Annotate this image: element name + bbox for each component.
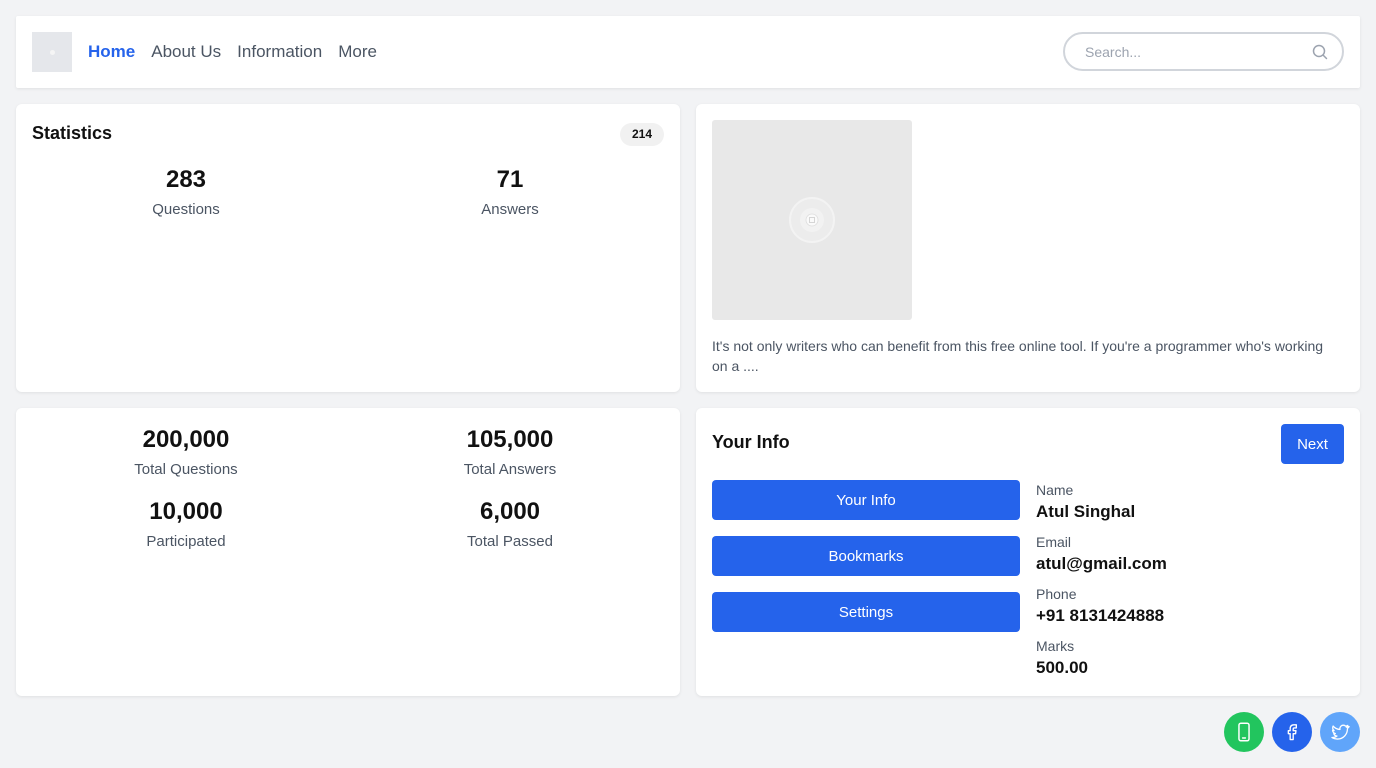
- stat-answers: 71 Answers: [390, 165, 630, 218]
- stat-value: 200,000: [142, 426, 230, 453]
- twitter-button[interactable]: [1320, 712, 1360, 752]
- search-icon[interactable]: [1312, 44, 1328, 60]
- nav-link-home[interactable]: Home: [88, 42, 135, 62]
- next-button[interactable]: Next: [1281, 424, 1344, 464]
- field-label: Marks: [1036, 638, 1075, 654]
- article-card: It's not only writers who can benefit fr…: [696, 104, 1360, 392]
- nav-link-more[interactable]: More: [338, 42, 377, 62]
- field-label: Phone: [1036, 586, 1077, 602]
- statistics-card: Statistics 214 283 Questions 71 Answers: [16, 104, 680, 392]
- article-image: [712, 120, 912, 320]
- twitter-icon: [1331, 724, 1350, 740]
- statistics-badge: 214: [619, 123, 664, 146]
- navbar: Home About Us Information More: [16, 16, 1360, 88]
- stat-label: Answers: [481, 201, 539, 218]
- totals-card: 200,000 Total Questions 105,000 Total An…: [16, 408, 680, 696]
- statistics-title: Statistics: [32, 123, 113, 143]
- stat-total-questions: 200,000 Total Questions: [66, 425, 306, 478]
- logo[interactable]: [32, 32, 72, 72]
- image-placeholder-icon: [789, 197, 835, 243]
- article-text: It's not only writers who can benefit fr…: [712, 338, 1324, 374]
- stat-value: 283: [165, 166, 207, 193]
- bookmarks-button[interactable]: Bookmarks: [712, 536, 1020, 576]
- field-value: 500.00: [1036, 658, 1088, 677]
- your-info-card: Your Info Next Your Info Bookmarks Setti…: [696, 408, 1360, 696]
- stat-participated: 10,000 Participated: [66, 497, 306, 550]
- stat-label: Total Passed: [467, 533, 553, 550]
- facebook-icon: [1287, 724, 1297, 741]
- stat-label: Participated: [146, 533, 226, 550]
- email-field: Email atul@gmail.com: [1036, 533, 1167, 575]
- phone-button[interactable]: [1224, 712, 1264, 752]
- nav-links: Home About Us Information More: [88, 16, 393, 88]
- stat-value: 71: [496, 166, 524, 193]
- field-label: Email: [1036, 534, 1072, 550]
- stat-total-passed: 6,000 Total Passed: [390, 497, 630, 550]
- stat-value: 10,000: [149, 498, 223, 525]
- stat-total-answers: 105,000 Total Answers: [390, 425, 630, 478]
- settings-button[interactable]: Settings: [712, 592, 1020, 632]
- stat-label: Questions: [152, 201, 220, 218]
- name-field: Name Atul Singhal: [1036, 481, 1135, 523]
- stat-label: Total Questions: [134, 461, 238, 478]
- stat-label: Total Answers: [463, 461, 557, 478]
- phone-field: Phone +91 8131424888: [1036, 585, 1164, 627]
- nav-link-about-us[interactable]: About Us: [151, 42, 221, 62]
- search-input[interactable]: [1085, 34, 1300, 69]
- nav-link-information[interactable]: Information: [237, 42, 322, 62]
- field-value: Atul Singhal: [1036, 502, 1136, 521]
- field-value: atul@gmail.com: [1036, 554, 1167, 573]
- your-info-button[interactable]: Your Info: [712, 480, 1020, 520]
- stat-questions: 283 Questions: [66, 165, 306, 218]
- phone-icon: [1238, 722, 1250, 742]
- marks-field: Marks 500.00: [1036, 637, 1088, 679]
- field-value: +91 8131424888: [1036, 606, 1165, 625]
- your-info-title: Your Info: [712, 432, 790, 452]
- field-label: Name: [1036, 482, 1074, 498]
- stat-value: 6,000: [479, 498, 541, 525]
- stat-value: 105,000: [466, 426, 554, 453]
- facebook-button[interactable]: [1272, 712, 1312, 752]
- search-box: [1063, 32, 1344, 71]
